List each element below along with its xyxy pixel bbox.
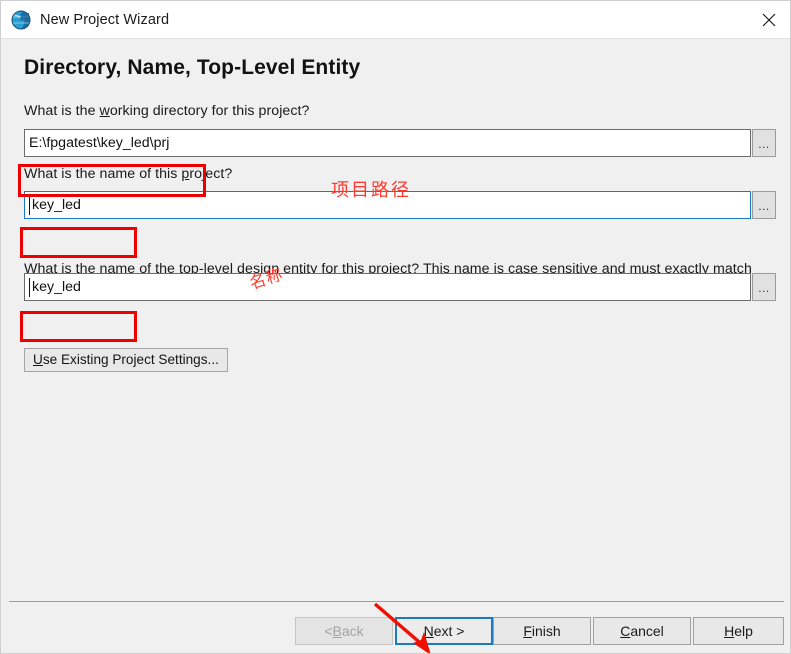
close-icon[interactable] xyxy=(746,1,790,38)
working-directory-browse-button[interactable]: ... xyxy=(752,129,776,157)
annotation-rect-project-name xyxy=(20,227,137,258)
annotation-rect-top-level-entity xyxy=(20,311,137,342)
finish-button[interactable]: Finish xyxy=(493,617,591,645)
top-level-entity-input[interactable]: key_led xyxy=(24,273,751,301)
dialog-content: Directory, Name, Top-Level Entity What i… xyxy=(1,39,790,653)
page-title: Directory, Name, Top-Level Entity xyxy=(24,56,361,79)
help-button[interactable]: Help xyxy=(693,617,784,645)
title-bar: New Project Wizard xyxy=(1,1,790,39)
cancel-button[interactable]: Cancel xyxy=(593,617,691,645)
back-button[interactable]: < Back xyxy=(295,617,393,645)
project-name-input[interactable]: key_led xyxy=(24,191,751,219)
project-name-browse-button[interactable]: ... xyxy=(752,191,776,219)
top-level-entity-row: key_led ... xyxy=(24,273,776,301)
window-title: New Project Wizard xyxy=(40,11,170,28)
working-directory-label: What is the working directory for this p… xyxy=(24,103,310,119)
project-name-label: What is the name of this project? xyxy=(24,166,233,182)
working-directory-row: E:\fpgatest\key_led\prj ... xyxy=(24,129,776,157)
top-level-entity-browse-button[interactable]: ... xyxy=(752,273,776,301)
new-project-wizard-dialog: New Project Wizard Directory, Name, Top-… xyxy=(0,0,791,654)
dialog-button-bar: < Back Next > Finish Cancel Help xyxy=(1,617,790,653)
next-button[interactable]: Next > xyxy=(395,617,493,645)
use-existing-project-settings-button[interactable]: Use Existing Project Settings... xyxy=(24,348,228,372)
project-name-row: key_led ... xyxy=(24,191,776,219)
globe-icon xyxy=(10,9,32,31)
working-directory-input[interactable]: E:\fpgatest\key_led\prj xyxy=(24,129,751,157)
footer-separator xyxy=(9,601,784,602)
